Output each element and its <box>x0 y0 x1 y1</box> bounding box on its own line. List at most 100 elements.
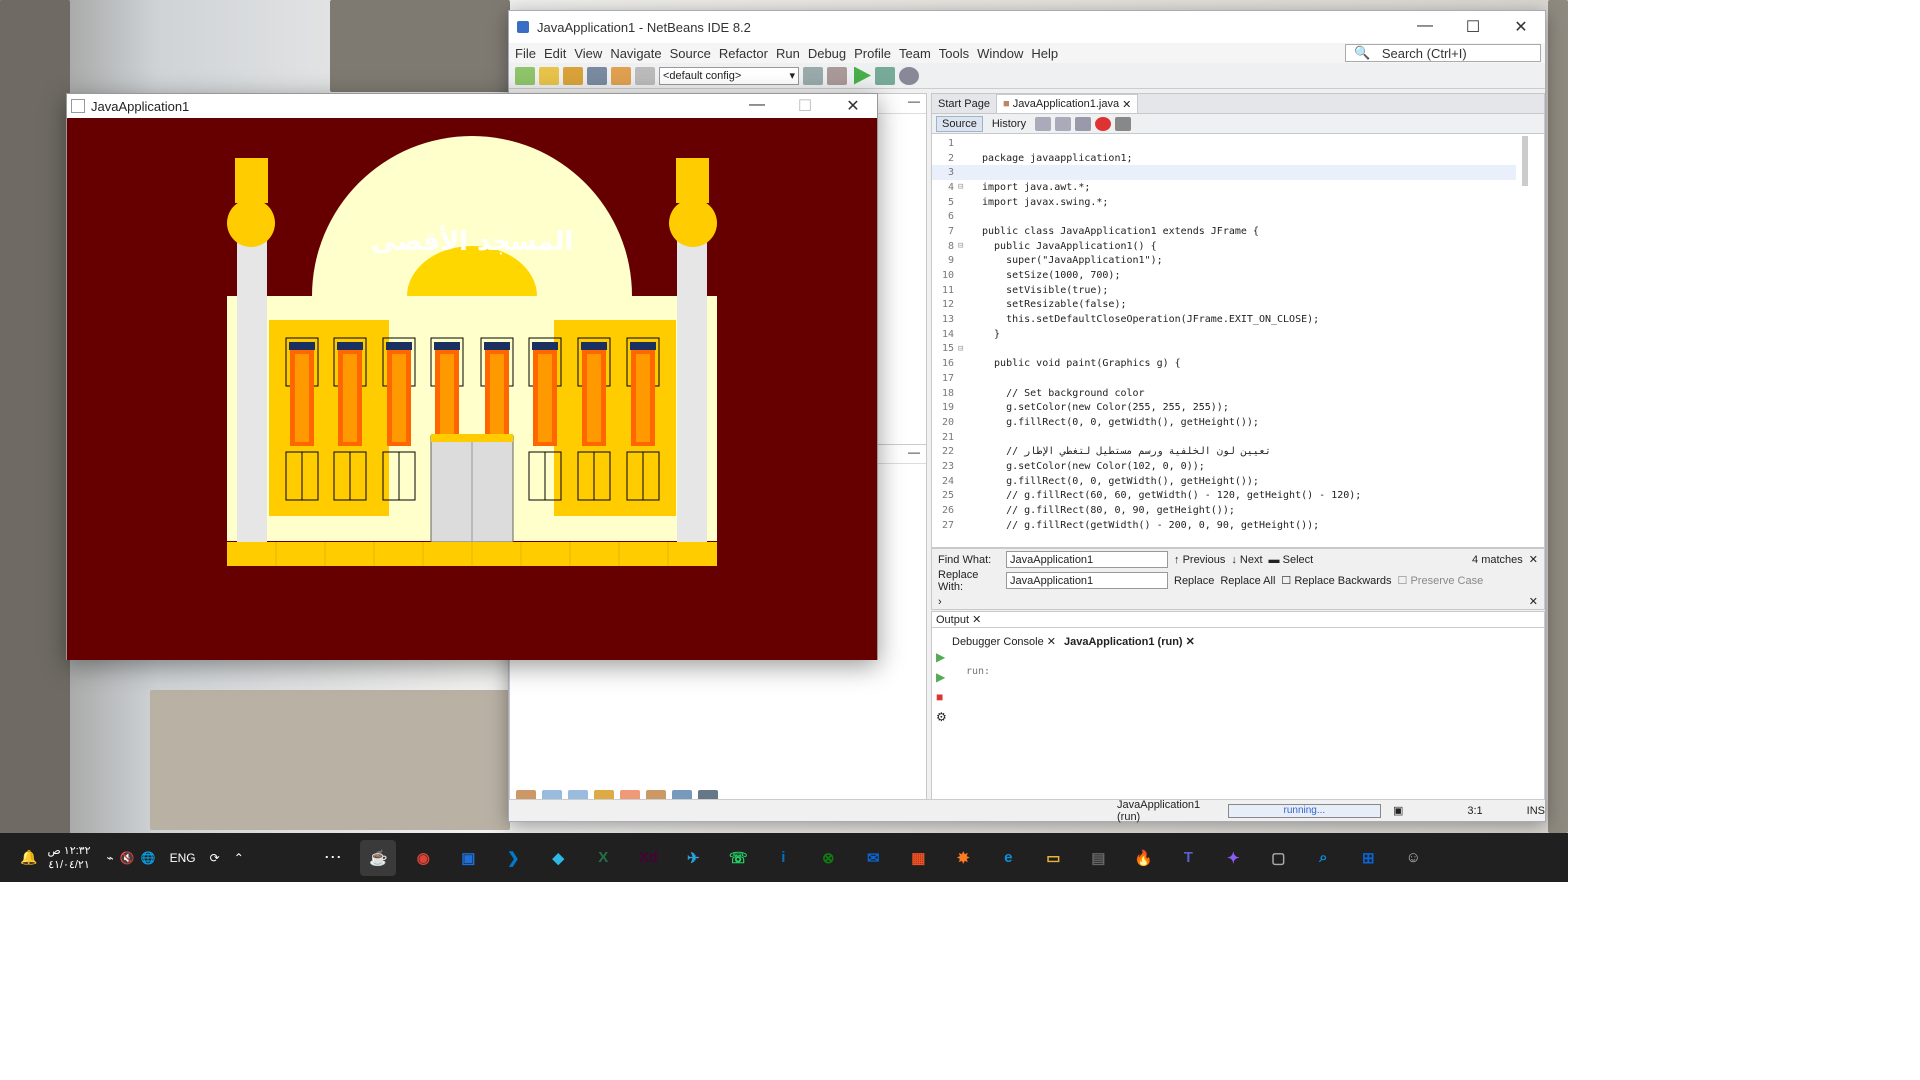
code-line[interactable]: 23 g.setColor(new Color(102, 0, 0)); <box>932 459 1516 474</box>
code-line[interactable]: 16 public void paint(Graphics g) { <box>932 356 1516 371</box>
back-icon[interactable] <box>1035 116 1052 131</box>
calculator-icon[interactable]: ▤ <box>1080 840 1116 876</box>
code-line[interactable]: 26 // g.fillRect(80, 0, 90, getHeight())… <box>932 503 1516 518</box>
config-select[interactable]: <default config> ▾ <box>659 66 799 85</box>
code-line[interactable]: 22 // تعيين لون الخلفية ورسم مستطيل لتغط… <box>932 444 1516 459</box>
tab-java-file[interactable]: ■ JavaApplication1.java ✕ <box>995 94 1139 113</box>
code-area[interactable]: 1 2 package javaapplication1; 3 4 ⊟ import jav… <box>932 136 1516 537</box>
app-icon[interactable]: ◆ <box>540 840 576 876</box>
code-line[interactable]: 1 <box>932 136 1516 151</box>
rerun-icon[interactable]: ▶ <box>936 650 947 664</box>
code-line[interactable]: 2 package javaapplication1; <box>932 151 1516 166</box>
code-line[interactable]: 10 setSize(1000, 700); <box>932 268 1516 283</box>
chrome-icon[interactable]: ◉ <box>405 840 441 876</box>
code-line[interactable]: 15 ⊟ <box>932 342 1516 357</box>
code-line[interactable]: 18 // Set background color <box>932 386 1516 401</box>
store-icon[interactable]: ▦ <box>900 840 936 876</box>
source-button[interactable]: Source <box>936 115 983 132</box>
avatar-icon[interactable]: ☺ <box>1395 840 1431 876</box>
explorer-icon[interactable]: ▭ <box>1035 840 1071 876</box>
code-line[interactable]: 20 g.fillRect(0, 0, getWidth(), getHeigh… <box>932 415 1516 430</box>
new-file-icon[interactable] <box>515 66 535 85</box>
code-line[interactable]: 25 // g.fillRect(60, 60, getWidth() - 12… <box>932 489 1516 504</box>
code-line[interactable]: 21 <box>932 430 1516 445</box>
next-button[interactable]: ↓ Next <box>1231 554 1262 566</box>
settings-icon[interactable]: ⚙ <box>936 710 947 724</box>
code-line[interactable]: 11 setVisible(true); <box>932 283 1516 298</box>
code-line[interactable]: 4 ⊟ import java.awt.*; <box>932 180 1516 195</box>
telegram-icon[interactable]: ✈ <box>675 840 711 876</box>
replace-all-button[interactable]: Replace All <box>1220 575 1275 587</box>
history-button[interactable]: History <box>987 117 1031 131</box>
menu-profile[interactable]: Profile <box>850 46 895 61</box>
new-project-icon[interactable] <box>539 66 559 85</box>
code-line[interactable]: 5 import javax.swing.*; <box>932 195 1516 210</box>
netbeans-titlebar[interactable]: JavaApplication1 - NetBeans IDE 8.2 — ☐ … <box>509 11 1545 43</box>
replace-input[interactable]: JavaApplication1 <box>1006 572 1168 589</box>
code-line[interactable]: 14 } <box>932 327 1516 342</box>
menu-window[interactable]: Window <box>973 46 1027 61</box>
menu-edit[interactable]: Edit <box>540 46 570 61</box>
code-line[interactable]: 24 g.fillRect(0, 0, getWidth(), getHeigh… <box>932 474 1516 489</box>
select-button[interactable]: ▬ Select <box>1269 554 1314 566</box>
language-indicator[interactable]: ENG <box>170 851 196 865</box>
expand-icon[interactable]: › <box>938 596 942 608</box>
forward-icon[interactable] <box>1055 116 1072 131</box>
teams-icon[interactable]: T <box>1170 840 1206 876</box>
menu-tools[interactable]: Tools <box>935 46 973 61</box>
undo-icon[interactable] <box>611 66 631 85</box>
code-line[interactable]: 9 super("JavaApplication1"); <box>932 254 1516 269</box>
editor-scrollbar[interactable] <box>1522 136 1528 186</box>
progress-bar[interactable]: running... <box>1227 803 1381 818</box>
copilot-icon[interactable]: ✦ <box>1215 840 1251 876</box>
tab-start-page[interactable]: Start Page <box>932 94 996 113</box>
record-macro-icon[interactable] <box>1095 116 1112 131</box>
run-icon[interactable] <box>854 66 871 85</box>
menu-refactor[interactable]: Refactor <box>715 46 772 61</box>
intel-icon[interactable]: i <box>765 840 801 876</box>
xbox-icon[interactable]: ⊗ <box>810 840 846 876</box>
sync-icon[interactable]: ⟳ <box>210 851 220 865</box>
maximize-icon[interactable]: ☐ <box>1449 17 1497 37</box>
maximize-icon[interactable]: ☐ <box>781 96 829 116</box>
close-icon[interactable]: ✕ <box>1497 17 1545 37</box>
volume-icon[interactable]: 🔇 <box>120 851 135 865</box>
redo-icon[interactable] <box>635 66 655 85</box>
excel-icon[interactable]: X <box>585 840 621 876</box>
tab-run-output[interactable]: JavaApplication1 (run) ✕ <box>1064 635 1195 648</box>
code-line[interactable]: 19 g.setColor(new Color(255, 255, 255)); <box>932 400 1516 415</box>
window-icon[interactable]: ▢ <box>1260 840 1296 876</box>
windows-icon[interactable]: ⊞ <box>1350 840 1386 876</box>
java-icon[interactable]: ☕ <box>360 839 397 876</box>
fold-icon[interactable]: ⊟ <box>958 182 970 192</box>
debug-icon[interactable] <box>875 66 895 85</box>
globe-icon[interactable]: 🌐 <box>141 851 156 865</box>
app-titlebar[interactable]: JavaApplication1 — ☐ ✕ <box>67 94 877 118</box>
outlook-icon[interactable]: ✉ <box>855 840 891 876</box>
menu-team[interactable]: Team <box>895 46 935 61</box>
previous-button[interactable]: ↑ Previous <box>1174 554 1225 566</box>
code-line[interactable]: 6 <box>932 209 1516 224</box>
rerun-different-icon[interactable]: ▶ <box>936 670 947 684</box>
minimize-icon[interactable]: — <box>733 96 781 116</box>
menu-help[interactable]: Help <box>1027 46 1062 61</box>
save-all-icon[interactable] <box>587 66 607 85</box>
code-line[interactable]: 7 public class JavaApplication1 extends J… <box>932 224 1516 239</box>
fold-icon[interactable]: ⊟ <box>958 241 970 251</box>
code-line[interactable]: 8 ⊟ public JavaApplication1() { <box>932 239 1516 254</box>
menu-navigate[interactable]: Navigate <box>606 46 665 61</box>
find-input[interactable]: JavaApplication1 <box>1006 551 1168 568</box>
more-icon[interactable]: ⋯ <box>324 847 342 868</box>
find-icon[interactable] <box>1075 116 1092 131</box>
notification-icon[interactable]: 🔔 <box>20 849 37 866</box>
menu-debug[interactable]: Debug <box>804 46 850 61</box>
menu-run[interactable]: Run <box>772 46 804 61</box>
xd-icon[interactable]: Xd <box>630 840 666 876</box>
clean-build-icon[interactable] <box>827 66 847 85</box>
code-line[interactable]: 27 // g.fillRect(getWidth() - 200, 0, 90… <box>932 518 1516 533</box>
close-icon[interactable]: ✕ <box>1529 595 1538 608</box>
output-text[interactable]: run: <box>966 666 990 677</box>
code-line[interactable]: 3 <box>932 165 1516 181</box>
search-input[interactable]: 🔍 Search (Ctrl+I) <box>1345 44 1541 62</box>
app-icon[interactable]: ▣ <box>450 840 486 876</box>
